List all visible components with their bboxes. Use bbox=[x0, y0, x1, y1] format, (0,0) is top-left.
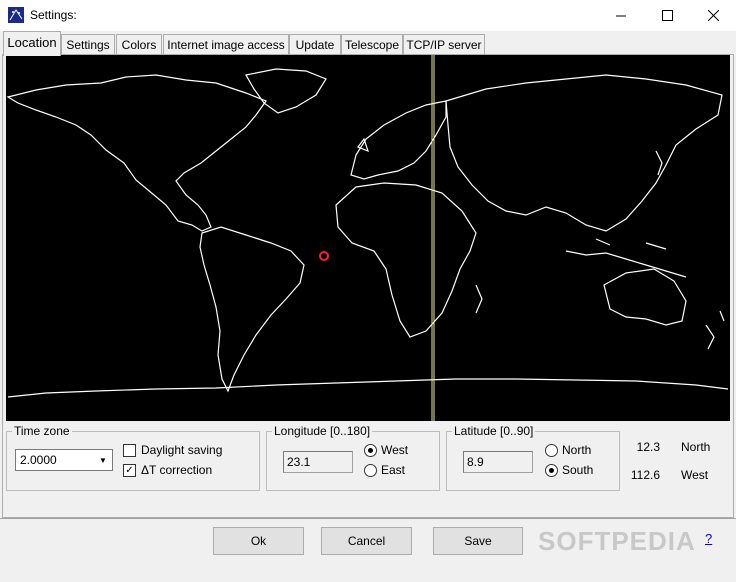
delta-t-checkbox[interactable]: ✓ bbox=[123, 464, 136, 477]
title-bar: Settings: bbox=[0, 0, 736, 31]
longitude-legend: Longitude [0..180] bbox=[272, 424, 373, 438]
location-marker[interactable] bbox=[319, 251, 329, 261]
south-label: South bbox=[562, 463, 594, 477]
indonesia-outline bbox=[565, 238, 687, 278]
new-zealand-outline bbox=[705, 310, 725, 350]
save-button[interactable]: Save bbox=[433, 527, 523, 555]
south-america-outline bbox=[199, 226, 305, 393]
maximize-icon bbox=[661, 10, 673, 21]
footer-divider bbox=[0, 518, 736, 519]
tab-location[interactable]: Location bbox=[3, 31, 61, 56]
australia-outline bbox=[603, 268, 687, 326]
close-icon bbox=[707, 10, 719, 21]
minimize-icon bbox=[615, 15, 626, 17]
readout-dir-1: North bbox=[681, 440, 711, 454]
ok-button[interactable]: Ok bbox=[213, 527, 304, 555]
africa-outline bbox=[335, 182, 477, 338]
greenland-outline bbox=[245, 68, 327, 114]
antarctica-outline bbox=[7, 378, 729, 398]
east-label: East bbox=[381, 463, 406, 477]
chevron-down-icon: ▼ bbox=[99, 455, 107, 465]
cancel-button[interactable]: Cancel bbox=[321, 527, 412, 555]
north-label: North bbox=[562, 443, 592, 457]
tab-settings[interactable]: Settings bbox=[61, 34, 115, 55]
latitude-legend: Latitude [0..90] bbox=[452, 424, 536, 438]
islands-outline bbox=[357, 137, 663, 176]
readout-value-2: 112.6 bbox=[630, 468, 660, 482]
longitude-input[interactable]: 23.1 bbox=[283, 451, 353, 473]
south-radio[interactable] bbox=[545, 464, 558, 477]
daylight-saving-label: Daylight saving bbox=[141, 443, 223, 457]
latitude-input[interactable]: 8.9 bbox=[463, 451, 533, 473]
tab-internet-image-access[interactable]: Internet image access bbox=[163, 34, 289, 55]
readout-value-1: 12.3 bbox=[636, 440, 660, 454]
help-link[interactable]: ? bbox=[705, 531, 712, 546]
watermark-logo: SOFTPEDIA bbox=[538, 526, 696, 556]
close-button[interactable] bbox=[690, 0, 736, 31]
app-icon bbox=[8, 7, 24, 23]
timezone-value: 2.0000 bbox=[20, 453, 57, 467]
delta-t-label: ΔT correction bbox=[141, 463, 213, 477]
timezone-legend: Time zone bbox=[12, 424, 72, 438]
north-radio[interactable] bbox=[545, 444, 558, 457]
minimize-button[interactable] bbox=[598, 0, 644, 31]
asia-outline bbox=[445, 74, 723, 232]
timezone-select[interactable]: 2.0000 ▼ bbox=[15, 449, 113, 471]
west-radio[interactable] bbox=[364, 444, 377, 457]
map-canvas bbox=[6, 55, 729, 421]
tab-telescope[interactable]: Telescope bbox=[341, 34, 403, 55]
east-radio[interactable] bbox=[364, 464, 377, 477]
readout-dir-2: West bbox=[681, 468, 709, 482]
tab-update[interactable]: Update bbox=[289, 34, 341, 55]
tab-strip: Location Settings Colors Internet image … bbox=[0, 31, 736, 56]
world-map[interactable] bbox=[6, 55, 730, 421]
maximize-button[interactable] bbox=[644, 0, 690, 31]
daylight-saving-checkbox[interactable] bbox=[123, 444, 136, 457]
madagascar-outline bbox=[475, 284, 483, 314]
north-america-outline bbox=[6, 74, 267, 232]
west-label: West bbox=[381, 443, 409, 457]
tab-tcpip-server[interactable]: TCP/IP server bbox=[403, 34, 485, 55]
window-title: Settings: bbox=[30, 8, 77, 22]
tab-colors[interactable]: Colors bbox=[116, 34, 162, 55]
